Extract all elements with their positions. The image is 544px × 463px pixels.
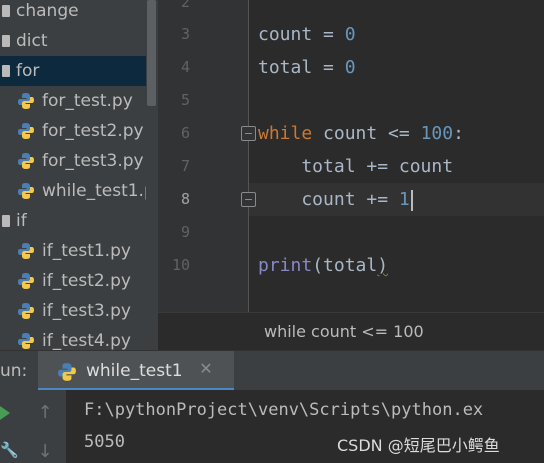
tree-file-for-test3[interactable]: for_test3.py (0, 146, 158, 176)
console-line: F:\pythonProject\venv\Scripts\python.ex (84, 400, 484, 420)
python-file-icon (18, 243, 34, 259)
tree-folder-for[interactable]: for (0, 56, 158, 86)
tree-item-label: while_test1.py (42, 181, 158, 201)
line-number: 5 (180, 91, 190, 109)
code-line-6: while count <= 100: (258, 117, 464, 150)
code-number: 100 (420, 123, 454, 144)
tree-file-if-test3[interactable]: if_test3.py (0, 296, 158, 326)
line-number: 4 (180, 58, 190, 76)
tree-item-label: if_test2.py (42, 271, 131, 291)
run-window-label: un: (0, 361, 28, 381)
tree-item-label: for (16, 61, 40, 81)
code-token: count += (258, 189, 399, 210)
code-line-10: print(total) (258, 249, 388, 282)
python-file-icon (18, 303, 34, 319)
console-line: 5050 (84, 432, 125, 452)
line-number: 6 (180, 124, 190, 142)
code-token: = (312, 57, 345, 78)
code-number: 0 (344, 57, 356, 78)
code-line-8: count += 1 (258, 183, 413, 216)
folder-icon (2, 64, 12, 78)
project-scrollbar-thumb[interactable] (147, 0, 156, 106)
line-number: 9 (180, 223, 190, 241)
line-number: 2 (180, 0, 190, 11)
line-number: 3 (180, 25, 190, 43)
code-builtin: print (258, 255, 313, 276)
breadcrumb-label[interactable]: while count <= 100 (264, 322, 424, 341)
tree-folder-change[interactable]: change (0, 0, 158, 26)
tree-item-label: for_test.py (42, 91, 133, 111)
folder-icon (2, 4, 12, 18)
editor-breadcrumb[interactable]: while count <= 100 (158, 312, 544, 350)
tree-folder-dict[interactable]: dict (0, 26, 158, 56)
tree-item-label: dict (16, 31, 48, 51)
folder-icon (2, 214, 12, 228)
folder-icon (2, 34, 12, 48)
tree-item-label: change (16, 1, 79, 21)
tree-folder-if[interactable]: if (0, 206, 158, 236)
code-line-3: count = 0 (258, 18, 356, 51)
tree-file-while-test1[interactable]: while_test1.py (0, 176, 158, 206)
watermark: CSDN @短尾巴小鳄鱼 (337, 436, 500, 455)
rerun-icon[interactable] (0, 406, 10, 420)
code-token-warning: ) (377, 255, 389, 276)
line-number: 10 (171, 256, 190, 274)
arrow-up-icon[interactable]: ↑ (36, 402, 54, 424)
tree-item-label: for_test2.py (42, 121, 144, 141)
tree-item-label: if_test3.py (42, 301, 131, 321)
python-file-icon (18, 273, 34, 289)
line-number: 7 (180, 157, 190, 175)
python-file-icon (18, 123, 34, 139)
fold-end-icon[interactable] (241, 192, 256, 207)
python-file-icon (58, 363, 76, 381)
code-number: 1 (398, 189, 410, 210)
code-token: : (453, 123, 464, 144)
python-file-icon (18, 93, 34, 109)
fold-collapse-icon[interactable] (241, 126, 256, 141)
tree-item-label: if_test4.py (42, 331, 131, 350)
close-icon[interactable]: ✕ (196, 359, 216, 379)
tree-file-for-test2[interactable]: for_test2.py (0, 116, 158, 146)
tree-file-if-test1[interactable]: if_test1.py (0, 236, 158, 266)
project-tree: change dict for for_test.py for_test2.py… (0, 0, 158, 350)
code-keyword: while (258, 123, 313, 144)
code-line-7: total += count (258, 156, 454, 177)
run-tab-label: while_test1 (86, 361, 183, 381)
python-file-icon (18, 333, 34, 349)
code-number: 0 (344, 24, 356, 45)
tree-item-label: if (16, 211, 27, 231)
text-caret (410, 189, 413, 211)
line-number-current: 8 (180, 190, 190, 208)
run-tool-header: un: while_test1 ✕ (0, 350, 544, 391)
code-token: total (258, 57, 313, 78)
wrench-icon[interactable]: 🔧 (0, 441, 19, 459)
tree-item-label: if_test1.py (42, 241, 131, 261)
tree-file-for-test[interactable]: for_test.py (0, 86, 158, 116)
tree-file-if-test4[interactable]: if_test4.py (0, 326, 158, 350)
code-line-4: total = 0 (258, 51, 356, 84)
python-file-icon (18, 153, 34, 169)
code-token: count (258, 24, 313, 45)
code-token: = (312, 24, 345, 45)
code-token: count <= (312, 123, 421, 144)
arrow-down-icon[interactable]: ↓ (36, 441, 54, 463)
tree-item-label: for_test3.py (42, 151, 144, 171)
tree-file-if-test2[interactable]: if_test2.py (0, 266, 158, 296)
python-file-icon (18, 183, 34, 199)
code-token: (total (312, 255, 378, 276)
